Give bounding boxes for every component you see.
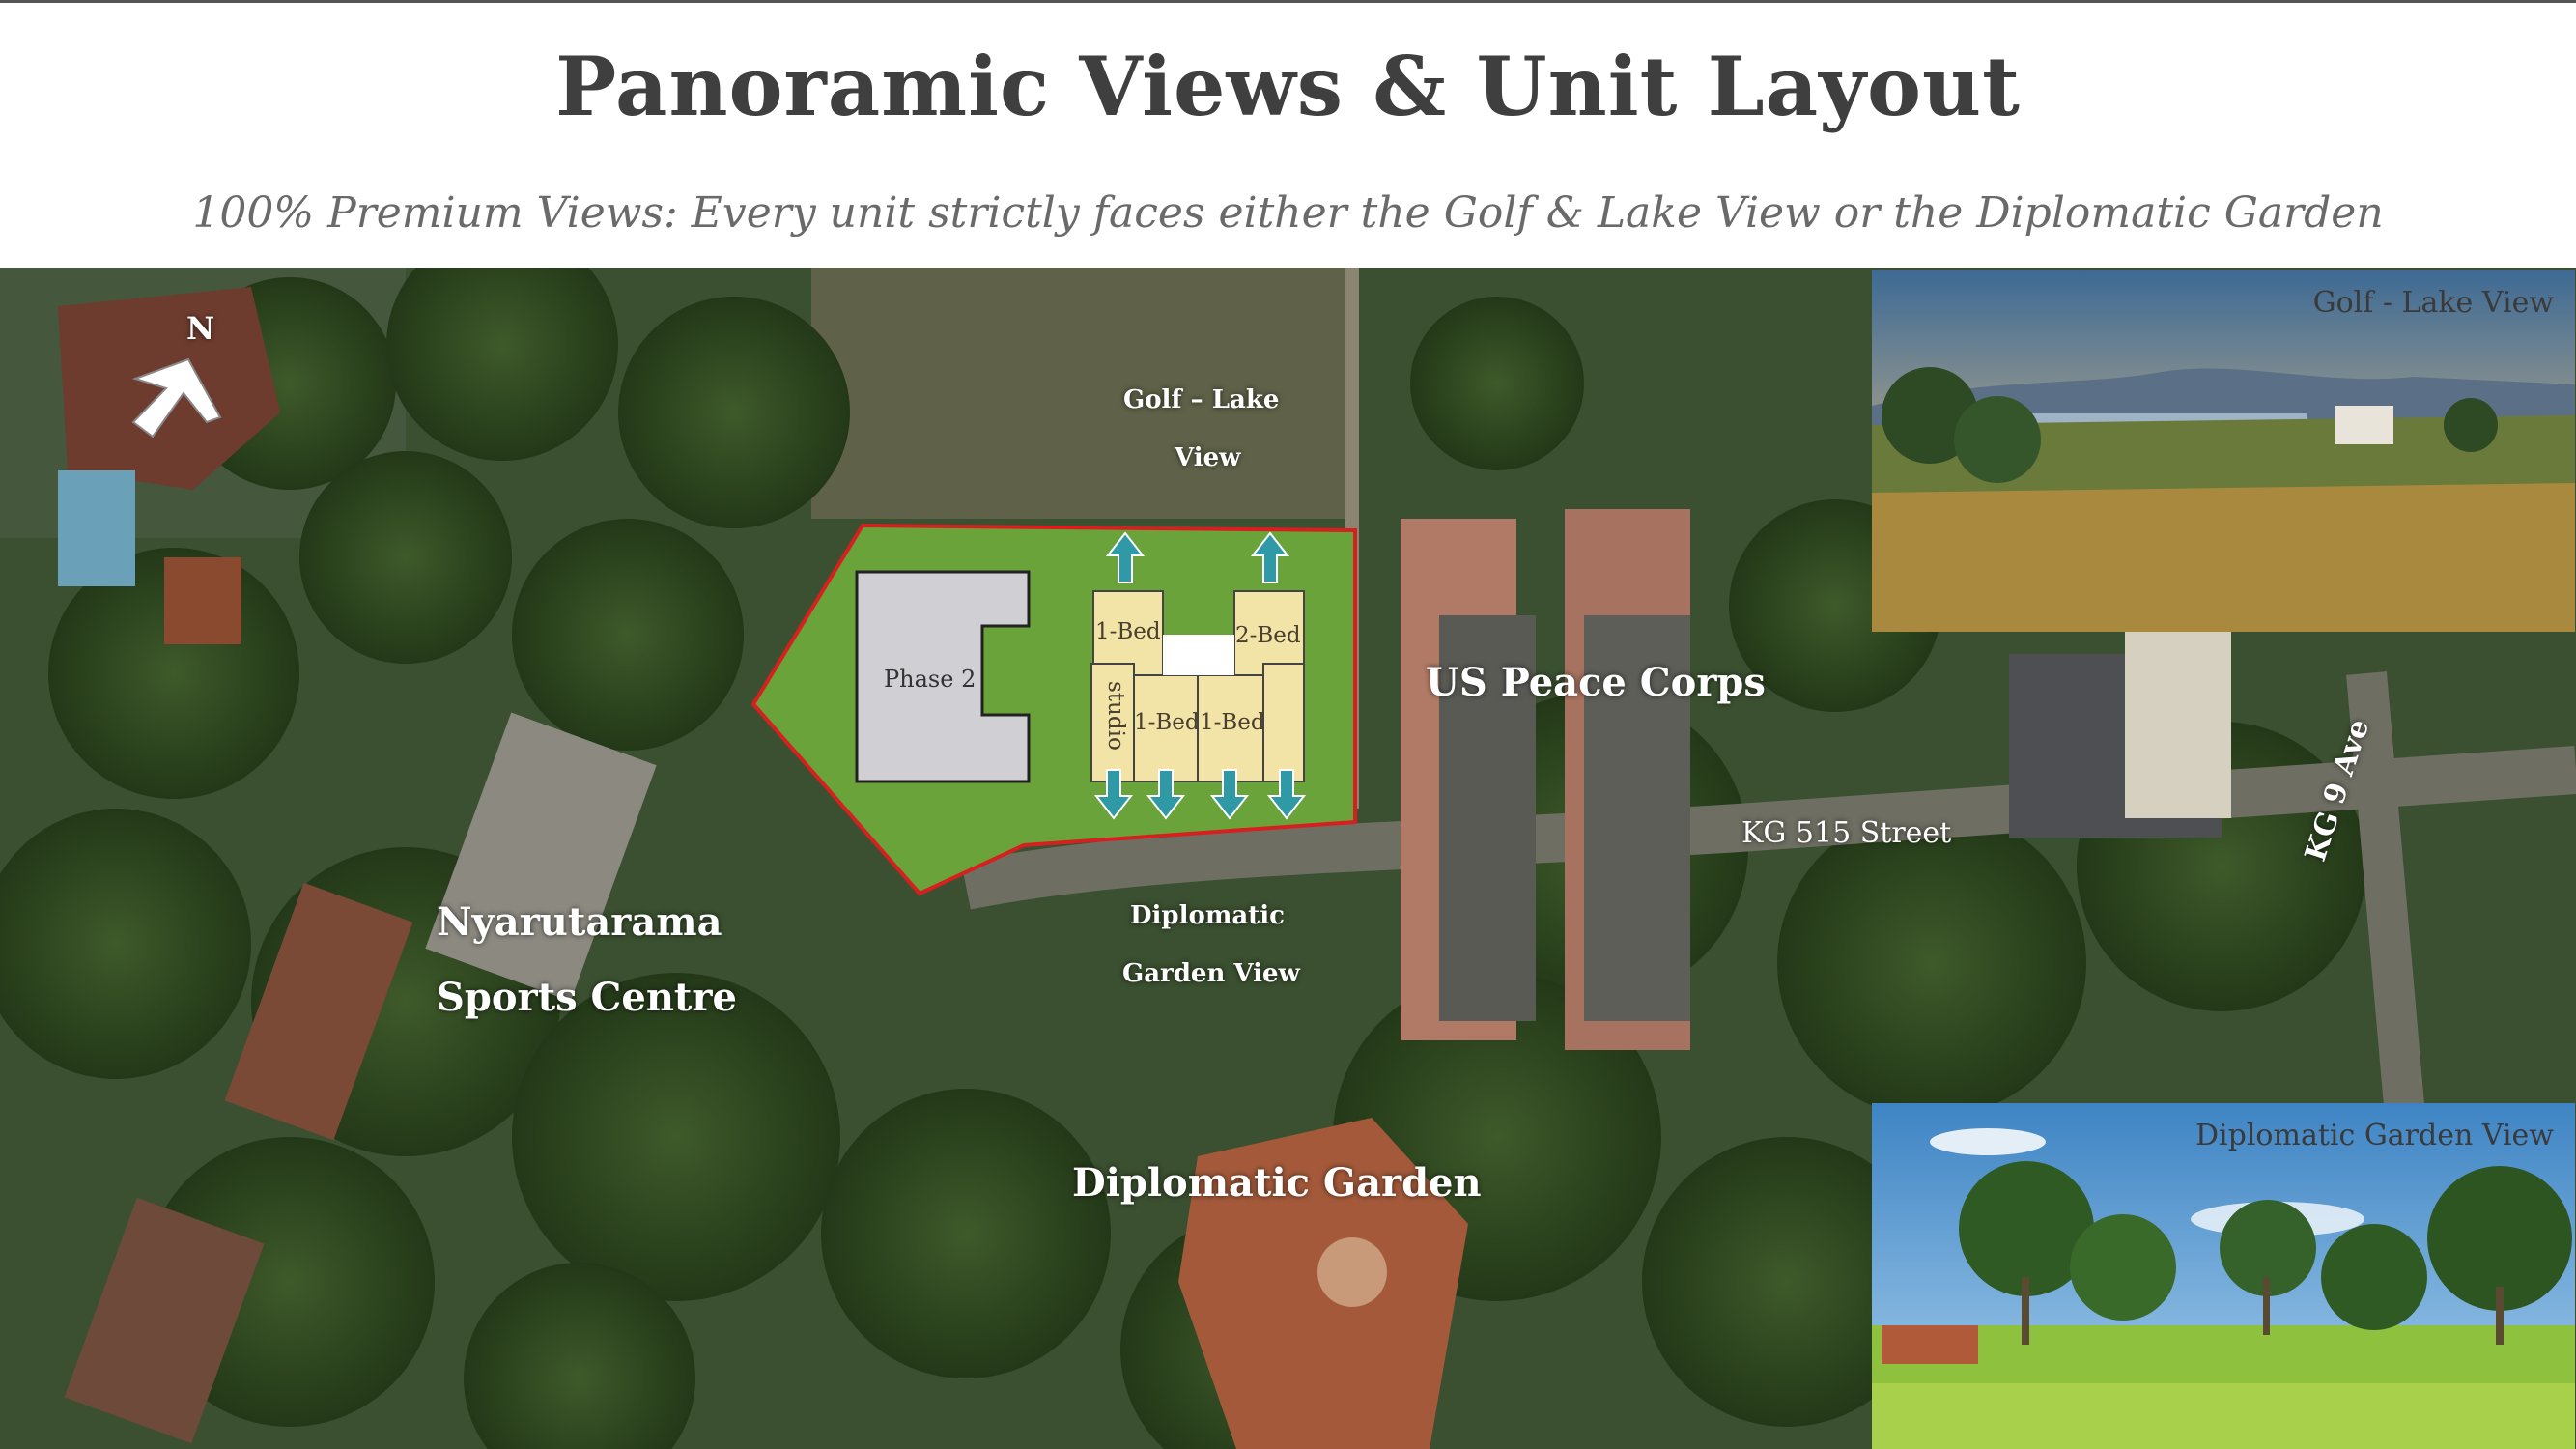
- unit-label: 1-Bed: [1095, 619, 1161, 644]
- golf-view-label-line1: Golf – Lake: [1123, 385, 1280, 414]
- kg515-street-label: KG 515 Street: [1741, 816, 1952, 850]
- compass-label: N: [186, 310, 215, 347]
- sports-centre-label-line2: Sports Centre: [437, 975, 737, 1020]
- unit-label: 1-Bed: [1134, 710, 1200, 735]
- page-subtitle: 100% Premium Views: Every unit strictly …: [192, 188, 2384, 238]
- diplomatic-view-label-line1: Diplomatic: [1130, 901, 1285, 930]
- diplomatic-garden-view-photo: Diplomatic Garden View: [1872, 1103, 2575, 1449]
- diplomatic-view-label-line2: Garden View: [1122, 959, 1300, 988]
- unit-label-studio: studio: [1103, 681, 1128, 751]
- sports-centre-label-line1: Nyarutarama: [437, 899, 722, 945]
- unit-label: 1-Bed: [1200, 710, 1265, 735]
- diplomatic-garden-label: Diplomatic Garden: [1072, 1160, 1482, 1206]
- unit-label: 2-Bed: [1235, 623, 1301, 648]
- aerial-map: N Golf – Lake View Diplomatic Garden Vie…: [0, 268, 2576, 1449]
- golf-view-label-line2: View: [1175, 443, 1241, 472]
- phase2-label: Phase 2: [884, 666, 977, 693]
- page-title: Panoramic Views & Unit Layout: [555, 39, 2021, 134]
- us-peace-corps-label: US Peace Corps: [1426, 660, 1766, 705]
- golf-lake-view-photo: Golf - Lake View: [1872, 270, 2575, 632]
- top-rule: [0, 0, 2576, 3]
- diplomatic-garden-view-caption: Diplomatic Garden View: [2194, 1119, 2554, 1152]
- golf-lake-view-caption: Golf - Lake View: [2312, 286, 2554, 320]
